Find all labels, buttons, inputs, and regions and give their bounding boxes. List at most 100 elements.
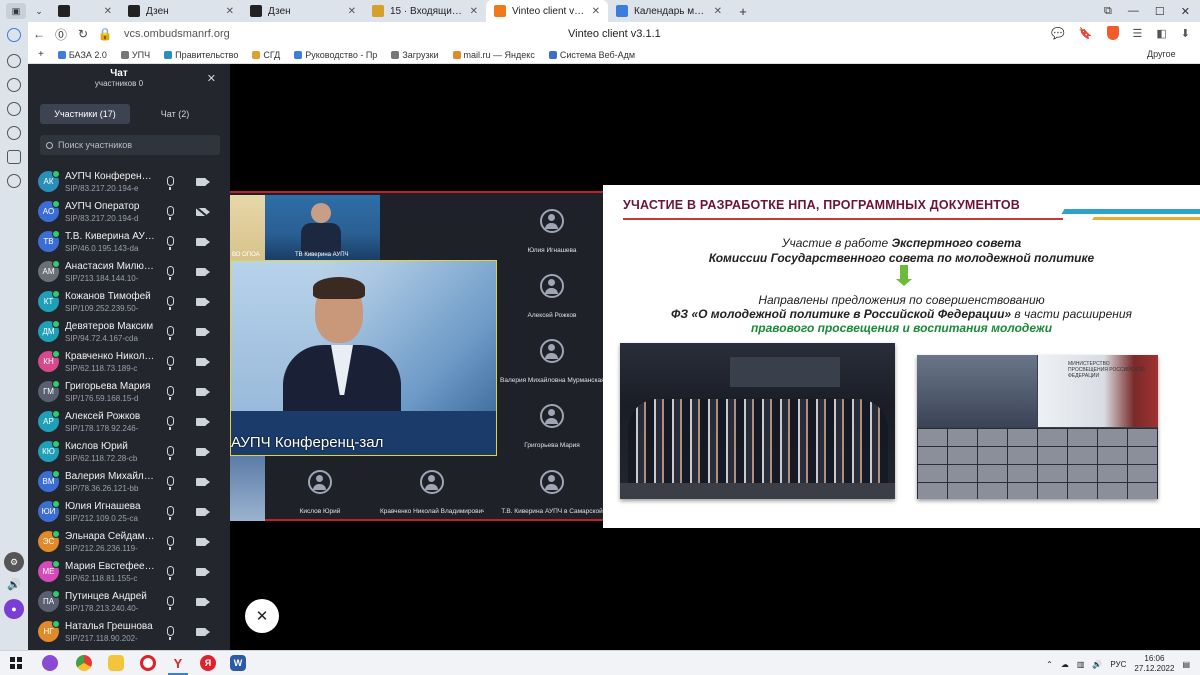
close-tab-icon[interactable]: ✕ bbox=[470, 6, 478, 17]
bookmark-item[interactable]: УПЧ bbox=[120, 50, 150, 60]
camera-icon[interactable] bbox=[196, 358, 210, 366]
close-icon[interactable]: ✕ bbox=[207, 72, 216, 85]
bookmark-item[interactable]: Руководство - Пр bbox=[294, 50, 377, 60]
video-tile[interactable]: Кравченко Николай Владимирович bbox=[380, 456, 484, 521]
microphone-icon[interactable] bbox=[167, 446, 174, 460]
tab-search-icon[interactable]: ⧉ bbox=[1104, 5, 1112, 18]
tab-dropdown-icon[interactable]: ⌄ bbox=[32, 3, 46, 19]
camera-icon[interactable] bbox=[196, 298, 210, 306]
main-video[interactable]: АУПЧ Конференц-зал bbox=[230, 260, 497, 456]
microphone-icon[interactable] bbox=[167, 326, 174, 340]
yandex-icon[interactable]: Я bbox=[200, 655, 216, 671]
video-tile[interactable]: Кислов Юрий bbox=[268, 456, 372, 521]
identity-icon[interactable]: ⓪ bbox=[50, 26, 72, 43]
camera-icon[interactable] bbox=[196, 508, 210, 516]
participant-row[interactable]: ЮИ Юлия Игнашева SIP/212.109.0.25-ca bbox=[28, 497, 230, 527]
camera-icon[interactable] bbox=[196, 328, 210, 336]
video-thumb-2[interactable]: ТВ Киверина АУПЧ bbox=[265, 195, 380, 260]
url-text[interactable]: vcs.ombudsmanrf.org bbox=[124, 28, 230, 40]
tab-participants[interactable]: Участники (17) bbox=[40, 104, 130, 124]
minimize-button[interactable]: — bbox=[1128, 5, 1139, 17]
chrome-icon[interactable] bbox=[76, 655, 92, 671]
camera-icon[interactable] bbox=[196, 268, 210, 276]
microphone-icon[interactable] bbox=[167, 536, 174, 550]
s-icon[interactable] bbox=[7, 150, 21, 164]
participant-row[interactable]: КТ Кожанов Тимофей SIP/109.252.239.50- bbox=[28, 287, 230, 317]
tab-chat[interactable]: Чат (2) bbox=[130, 104, 220, 124]
download-icon[interactable] bbox=[7, 102, 21, 116]
participant-row[interactable]: АМ Анастасия Милюкова SIP/213.184.144.10- bbox=[28, 257, 230, 287]
video-tile[interactable]: Григорьева Мария bbox=[500, 390, 604, 455]
browser-tab[interactable]: Календарь мероприятий ✕ bbox=[608, 0, 730, 22]
reload-button[interactable]: ↻ bbox=[72, 27, 94, 41]
camera-off-icon[interactable] bbox=[196, 208, 210, 216]
video-thumb-1[interactable]: ВО ОПОА bbox=[230, 195, 265, 260]
tab-sidebar-toggle-icon[interactable]: ▣ bbox=[6, 3, 26, 19]
participant-row[interactable]: АК АУПЧ Конференц-зал SIP/83.217.20.194-e bbox=[28, 167, 230, 197]
bookmark-item[interactable]: mail.ru — Яндекс bbox=[452, 50, 535, 60]
browser-tab[interactable]: 15 · Входящие — Яндекс ✕ bbox=[364, 0, 486, 22]
participant-row[interactable]: НГ Наталья Грешнова SIP/217.118.90.202- bbox=[28, 617, 230, 647]
explorer-icon[interactable] bbox=[108, 655, 124, 671]
microphone-icon[interactable] bbox=[167, 416, 174, 430]
microphone-icon[interactable] bbox=[167, 296, 174, 310]
microphone-icon[interactable] bbox=[167, 356, 174, 370]
translate-icon[interactable]: 💬 bbox=[1051, 27, 1065, 40]
protect-shield-icon[interactable] bbox=[1106, 26, 1119, 40]
microphone-icon[interactable] bbox=[167, 626, 174, 640]
extensions-icon[interactable]: ◧ bbox=[1156, 27, 1166, 40]
alice-icon[interactable] bbox=[7, 28, 21, 42]
add-icon[interactable] bbox=[7, 174, 21, 188]
participant-row[interactable]: ПА Путинцев Андрей SIP/178.213.240.40- bbox=[28, 587, 230, 617]
notifications-icon[interactable]: ▤ bbox=[1182, 660, 1190, 669]
bookmark-icon[interactable]: 🔖 bbox=[1079, 27, 1093, 40]
microphone-icon[interactable] bbox=[167, 236, 174, 250]
browser-tab[interactable]: Vinteo client v3.1.1 ✕ bbox=[486, 0, 608, 22]
menu-icon[interactable]: ☰ bbox=[1133, 27, 1143, 40]
network-icon[interactable]: ▥ bbox=[1077, 660, 1085, 669]
participant-row[interactable]: ТВ Т.В. Киверина АУПЧ SIP/46.0.195.143-da bbox=[28, 227, 230, 257]
cloud-icon[interactable]: ☁ bbox=[1061, 660, 1069, 669]
camera-icon[interactable] bbox=[196, 538, 210, 546]
video-tile[interactable]: Валерия Михайловна Мурманская bbox=[500, 325, 604, 390]
participant-row[interactable]: КЮ Кислов Юрий SIP/62.118.72.28-cb bbox=[28, 437, 230, 467]
windows-start-icon[interactable] bbox=[10, 657, 22, 669]
yandex-browser-icon[interactable]: Y bbox=[168, 655, 188, 675]
microphone-icon[interactable] bbox=[167, 386, 174, 400]
microphone-icon[interactable] bbox=[167, 596, 174, 610]
bookmark-item[interactable]: Загрузки bbox=[391, 50, 439, 60]
microphone-icon[interactable] bbox=[167, 476, 174, 490]
volume-icon[interactable]: 🔊 bbox=[1092, 660, 1102, 669]
bookmark-item[interactable]: СГД bbox=[252, 50, 280, 60]
video-tile[interactable]: Алексей Рожков bbox=[500, 260, 604, 325]
video-tile[interactable]: Юлия Игнашева bbox=[500, 195, 604, 260]
history-icon[interactable] bbox=[7, 78, 21, 92]
opera-icon[interactable] bbox=[140, 655, 156, 671]
bookmark-item[interactable]: Правительство bbox=[164, 50, 238, 60]
participant-row[interactable]: АО АУПЧ Оператор SIP/83.217.20.194-d bbox=[28, 197, 230, 227]
browser-tab[interactable]: Дзен ✕ bbox=[242, 0, 364, 22]
close-tab-icon[interactable]: ✕ bbox=[714, 6, 722, 17]
microphone-icon[interactable] bbox=[167, 566, 174, 580]
download-bar-icon[interactable]: ⬇ bbox=[1181, 27, 1190, 40]
close-panel-button[interactable]: ✕ bbox=[245, 599, 279, 633]
settings-icon[interactable]: ⚙ bbox=[4, 552, 24, 572]
close-tab-icon[interactable]: ✕ bbox=[592, 6, 600, 17]
bookmark-item[interactable]: Система Веб-Адм bbox=[548, 50, 635, 60]
camera-icon[interactable] bbox=[196, 628, 210, 636]
maximize-button[interactable]: ☐ bbox=[1155, 5, 1165, 18]
participant-row[interactable]: ЭС Эльнара Сейдаметова SIP/212.26.236.119- bbox=[28, 527, 230, 557]
participant-row[interactable]: КН Кравченко Николай SIP/62.118.73.189-c bbox=[28, 347, 230, 377]
participant-row[interactable]: АР Алексей Рожков SIP/178.178.92.246- bbox=[28, 407, 230, 437]
camera-icon[interactable] bbox=[196, 598, 210, 606]
camera-icon[interactable] bbox=[196, 418, 210, 426]
participant-row[interactable]: ДМ Девятеров Максим SIP/94.72.4.167-cda bbox=[28, 317, 230, 347]
close-tab-icon[interactable]: ✕ bbox=[226, 6, 234, 17]
bell-icon[interactable] bbox=[7, 54, 21, 68]
alice-taskbar-icon[interactable] bbox=[42, 655, 58, 671]
camera-icon[interactable] bbox=[196, 448, 210, 456]
browser-tab[interactable]: Дзен ✕ bbox=[120, 0, 242, 22]
sound-icon[interactable]: 🔊 bbox=[4, 574, 24, 594]
microphone-icon[interactable] bbox=[167, 206, 174, 220]
camera-icon[interactable] bbox=[196, 238, 210, 246]
